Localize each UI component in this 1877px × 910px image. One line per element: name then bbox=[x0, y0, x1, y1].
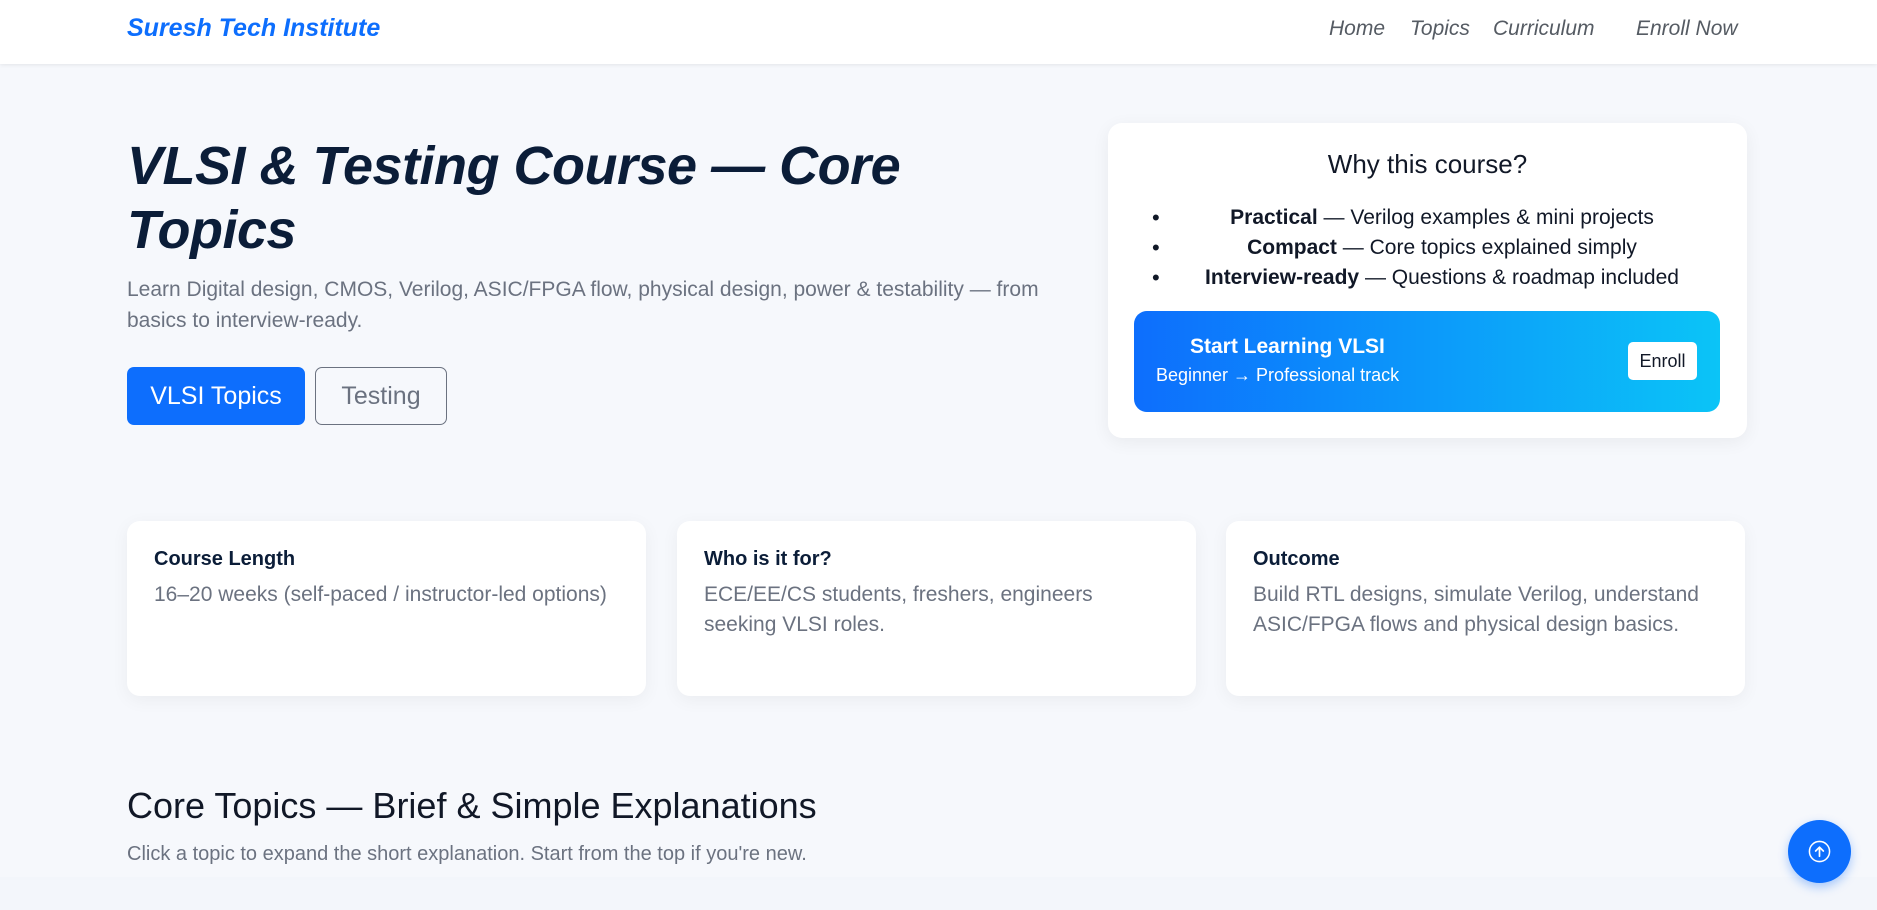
hero-subtitle: Learn Digital design, CMOS, Verilog, ASI… bbox=[127, 278, 1039, 332]
course-length-card: Course Length 16–20 weeks (self-paced / … bbox=[127, 521, 646, 696]
cta-subtitle: Beginner → Professional track bbox=[1156, 365, 1400, 385]
core-topics-subtitle: Click a topic to expand the short explan… bbox=[127, 843, 807, 865]
bullet-dot-icon: • bbox=[1152, 265, 1160, 290]
enroll-button[interactable]: Enroll bbox=[1628, 342, 1697, 380]
navbar: Suresh Tech Institute Home Topics Curric… bbox=[0, 0, 1877, 64]
list-item: • Compact — Core topics explained simply bbox=[1152, 233, 1732, 263]
list-item-text: — Core topics explained simply bbox=[1336, 236, 1637, 259]
brand-logo[interactable]: Suresh Tech Institute bbox=[127, 14, 380, 43]
info-card-text: ECE/EE/CS students, freshers, engineers … bbox=[704, 583, 1093, 636]
info-card-title: Course Length bbox=[154, 548, 296, 570]
start-learning-banner: Start Learning VLSI Beginner → Professio… bbox=[1134, 311, 1720, 412]
core-topics-title: Core Topics — Brief & Simple Explanation… bbox=[127, 785, 817, 826]
info-card-title: Who is it for? bbox=[704, 548, 832, 570]
list-item-bold: Practical bbox=[1230, 206, 1318, 229]
list-item: • Practical — Verilog examples & mini pr… bbox=[1152, 203, 1732, 233]
info-card-text: 16–20 weeks (self-paced / instructor-led… bbox=[154, 583, 607, 606]
outcome-card: Outcome Build RTL designs, simulate Veri… bbox=[1226, 521, 1745, 696]
nav-link-curriculum[interactable]: Curriculum bbox=[1493, 17, 1595, 41]
why-course-card: Why this course? • Practical — Verilog e… bbox=[1108, 123, 1747, 438]
audience-card: Who is it for? ECE/EE/CS students, fresh… bbox=[677, 521, 1196, 696]
info-card-title: Outcome bbox=[1253, 548, 1340, 570]
list-item-text: — Verilog examples & mini projects bbox=[1317, 206, 1654, 229]
bullet-dot-icon: • bbox=[1152, 235, 1160, 260]
why-course-title: Why this course? bbox=[1327, 149, 1528, 179]
list-item: • Interview-ready — Questions & roadmap … bbox=[1152, 263, 1732, 293]
cta-title: Start Learning VLSI bbox=[1190, 335, 1385, 358]
nav-link-home[interactable]: Home bbox=[1329, 17, 1385, 41]
vlsi-topics-button[interactable]: VLSI Topics bbox=[127, 367, 305, 425]
info-card-text: Build RTL designs, simulate Verilog, und… bbox=[1253, 583, 1699, 636]
bullet-dot-icon: • bbox=[1152, 205, 1160, 230]
section-divider bbox=[0, 877, 1877, 910]
why-course-list: • Practical — Verilog examples & mini pr… bbox=[1152, 203, 1732, 293]
back-to-top-button[interactable] bbox=[1788, 820, 1851, 883]
nav-link-enroll-now[interactable]: Enroll Now bbox=[1636, 17, 1738, 41]
arrow-up-circle-icon bbox=[1808, 840, 1831, 863]
list-item-bold: Compact bbox=[1247, 236, 1337, 259]
nav-link-topics[interactable]: Topics bbox=[1410, 17, 1470, 41]
hero-title: VLSI & Testing Course — Core Topics bbox=[127, 136, 901, 260]
list-item-text: — Questions & roadmap included bbox=[1359, 266, 1679, 289]
list-item-bold: Interview-ready bbox=[1205, 266, 1360, 289]
testing-button[interactable]: Testing bbox=[315, 367, 447, 425]
